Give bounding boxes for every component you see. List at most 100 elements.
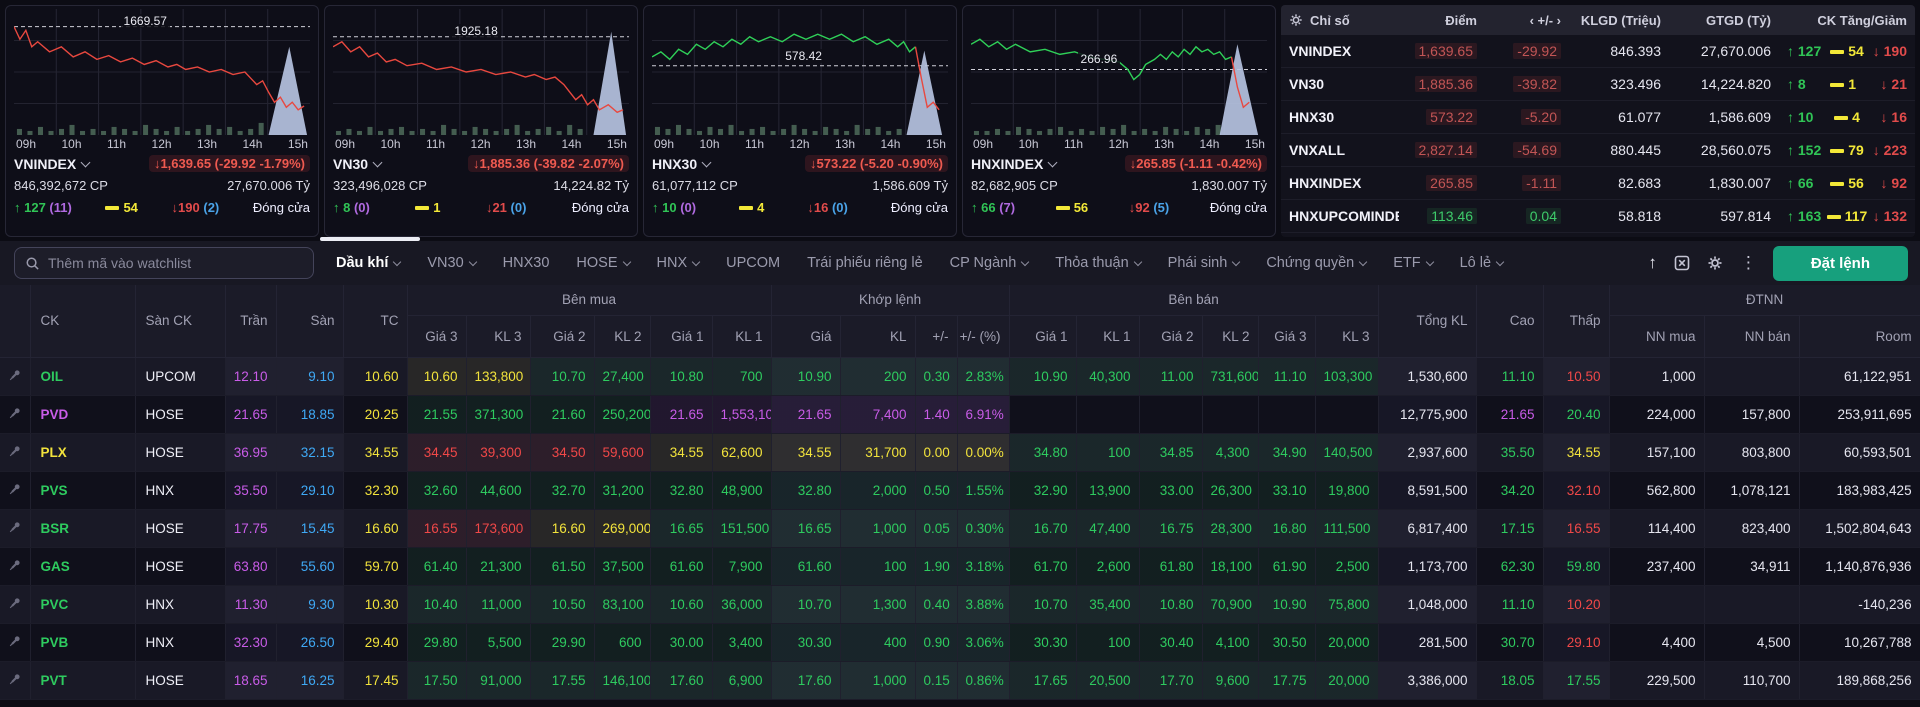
ceiling-price[interactable]: 21.65 bbox=[225, 395, 277, 434]
tab-thỏa-thuận[interactable]: Thỏa thuận bbox=[1055, 255, 1142, 271]
sell-price3[interactable]: 16.80 bbox=[1258, 509, 1316, 548]
sell-price2[interactable]: 33.00 bbox=[1139, 471, 1203, 510]
board-row-oil[interactable]: OIL UPCOM 12.10 9.10 10.60 10.60 133,800 10.70 2… bbox=[0, 357, 1920, 396]
board-row-pvs[interactable]: PVS HNX 35.50 29.10 32.30 32.60 44,600 32.70 31,… bbox=[0, 471, 1920, 510]
ceiling-price[interactable]: 35.50 bbox=[225, 471, 277, 510]
match-vol[interactable]: 7,400 bbox=[840, 395, 916, 434]
buy-vol3[interactable]: 39,300 bbox=[466, 433, 531, 472]
buy-price2[interactable]: 21.60 bbox=[530, 395, 595, 434]
buy-vol1[interactable]: 700 bbox=[712, 357, 772, 396]
match-change[interactable]: 0.30 bbox=[915, 357, 958, 396]
match-price[interactable]: 34.55 bbox=[771, 433, 841, 472]
ceiling-price[interactable]: 32.30 bbox=[225, 623, 277, 662]
pin-icon[interactable] bbox=[0, 395, 31, 434]
buy-price3[interactable]: 21.55 bbox=[407, 395, 467, 434]
index-row-vn30[interactable]: VN30 1,885.36 -39.82 323.496 14,224.820 ↑ 8 1 ↓… bbox=[1281, 68, 1915, 101]
buy-vol3[interactable]: 133,800 bbox=[466, 357, 531, 396]
buy-vol1[interactable]: 48,900 bbox=[712, 471, 772, 510]
ceiling-price[interactable]: 17.75 bbox=[225, 509, 277, 548]
sell-vol3[interactable]: 75,800 bbox=[1315, 585, 1379, 624]
sell-vol3[interactable]: 103,300 bbox=[1315, 357, 1379, 396]
floor-price[interactable]: 18.85 bbox=[276, 395, 344, 434]
buy-vol2[interactable]: 59,600 bbox=[594, 433, 651, 472]
kebab-menu-icon[interactable]: ⋮ bbox=[1740, 253, 1757, 273]
match-change-pct[interactable]: 6.91% bbox=[957, 395, 1010, 434]
buy-vol2[interactable]: 37,500 bbox=[594, 547, 651, 586]
pin-icon[interactable] bbox=[0, 547, 31, 586]
ticker-symbol[interactable]: PVD bbox=[30, 395, 136, 434]
sell-vol2[interactable]: 70,900 bbox=[1202, 585, 1259, 624]
buy-vol3[interactable]: 21,300 bbox=[466, 547, 531, 586]
sell-price1[interactable]: 10.70 bbox=[1009, 585, 1077, 624]
sell-vol2[interactable]: 9,600 bbox=[1202, 661, 1259, 700]
match-price[interactable]: 32.80 bbox=[771, 471, 841, 510]
sell-price2[interactable]: 30.40 bbox=[1139, 623, 1203, 662]
tab-hnx30[interactable]: HNX30 bbox=[503, 255, 550, 271]
match-vol[interactable]: 1,000 bbox=[840, 509, 916, 548]
match-change-pct[interactable]: 3.88% bbox=[957, 585, 1010, 624]
buy-vol2[interactable]: 269,000 bbox=[594, 509, 651, 548]
buy-price1[interactable]: 34.55 bbox=[650, 433, 713, 472]
buy-vol3[interactable]: 91,000 bbox=[466, 661, 531, 700]
buy-price1[interactable]: 61.60 bbox=[650, 547, 713, 586]
buy-price3[interactable]: 10.60 bbox=[407, 357, 467, 396]
match-price[interactable]: 10.90 bbox=[771, 357, 841, 396]
match-vol[interactable]: 31,700 bbox=[840, 433, 916, 472]
match-change[interactable]: 0.05 bbox=[915, 509, 958, 548]
buy-price2[interactable]: 10.70 bbox=[530, 357, 595, 396]
buy-price1[interactable]: 30.00 bbox=[650, 623, 713, 662]
sell-price1[interactable]: 34.80 bbox=[1009, 433, 1077, 472]
sell-vol3[interactable]: 111,500 bbox=[1315, 509, 1379, 548]
buy-price3[interactable]: 61.40 bbox=[407, 547, 467, 586]
buy-vol2[interactable]: 600 bbox=[594, 623, 651, 662]
sell-vol2[interactable]: 731,600 bbox=[1202, 357, 1259, 396]
reference-price[interactable]: 32.30 bbox=[343, 471, 408, 510]
buy-price3[interactable]: 34.45 bbox=[407, 433, 467, 472]
board-row-pvb[interactable]: PVB HNX 32.30 26.50 29.40 29.80 5,500 29.90 600 3… bbox=[0, 623, 1920, 662]
pin-icon[interactable] bbox=[0, 509, 31, 548]
match-change-pct[interactable]: 0.86% bbox=[957, 661, 1010, 700]
sell-price3[interactable]: 11.10 bbox=[1258, 357, 1316, 396]
sell-vol2[interactable]: 28,300 bbox=[1202, 509, 1259, 548]
pin-icon[interactable] bbox=[0, 433, 31, 472]
sell-price2[interactable]: 17.70 bbox=[1139, 661, 1203, 700]
match-change-pct[interactable]: 0.00% bbox=[957, 433, 1010, 472]
ticker-symbol[interactable]: PLX bbox=[30, 433, 136, 472]
ceiling-price[interactable]: 11.30 bbox=[225, 585, 277, 624]
sell-vol3[interactable]: 2,500 bbox=[1315, 547, 1379, 586]
watchlist-search[interactable] bbox=[14, 247, 314, 279]
board-row-pvc[interactable]: PVC HNX 11.30 9.30 10.30 10.40 11,000 10.50 83,1… bbox=[0, 585, 1920, 624]
sell-vol2[interactable]: 4,300 bbox=[1202, 433, 1259, 472]
sell-vol1[interactable]: 13,900 bbox=[1076, 471, 1140, 510]
match-price[interactable]: 16.65 bbox=[771, 509, 841, 548]
buy-vol1[interactable]: 3,400 bbox=[712, 623, 772, 662]
pin-icon[interactable] bbox=[0, 623, 31, 662]
buy-price2[interactable]: 10.50 bbox=[530, 585, 595, 624]
match-change[interactable]: 0.15 bbox=[915, 661, 958, 700]
match-price[interactable]: 10.70 bbox=[771, 585, 841, 624]
sell-vol2[interactable]: 26,300 bbox=[1202, 471, 1259, 510]
index-name-dropdown[interactable]: VN30 bbox=[333, 156, 383, 172]
buy-vol1[interactable]: 62,600 bbox=[712, 433, 772, 472]
buy-vol3[interactable]: 44,600 bbox=[466, 471, 531, 510]
ticker-symbol[interactable]: PVS bbox=[30, 471, 136, 510]
match-change[interactable]: 0.40 bbox=[915, 585, 958, 624]
sell-price3[interactable]: 30.50 bbox=[1258, 623, 1316, 662]
sell-price2[interactable]: 11.00 bbox=[1139, 357, 1203, 396]
tab-hnx[interactable]: HNX bbox=[657, 255, 701, 271]
index-row-vnindex[interactable]: VNINDEX 1,639.65 -29.92 846.393 27,670.006 ↑ … bbox=[1281, 35, 1915, 68]
buy-price1[interactable]: 16.65 bbox=[650, 509, 713, 548]
pin-icon[interactable] bbox=[0, 661, 31, 700]
sell-price1[interactable]: 10.90 bbox=[1009, 357, 1077, 396]
panel-scroll-indicator[interactable] bbox=[320, 237, 420, 241]
match-change-pct[interactable]: 0.30% bbox=[957, 509, 1010, 548]
buy-vol1[interactable]: 7,900 bbox=[712, 547, 772, 586]
match-price[interactable]: 21.65 bbox=[771, 395, 841, 434]
index-name-dropdown[interactable]: HNXINDEX bbox=[971, 156, 1058, 172]
sell-vol3[interactable]: 20,000 bbox=[1315, 661, 1379, 700]
place-order-button[interactable]: Đặt lệnh bbox=[1772, 245, 1908, 281]
floor-price[interactable]: 15.45 bbox=[276, 509, 344, 548]
buy-vol1[interactable]: 151,500 bbox=[712, 509, 772, 548]
buy-vol3[interactable]: 5,500 bbox=[466, 623, 531, 662]
reference-price[interactable]: 10.60 bbox=[343, 357, 408, 396]
